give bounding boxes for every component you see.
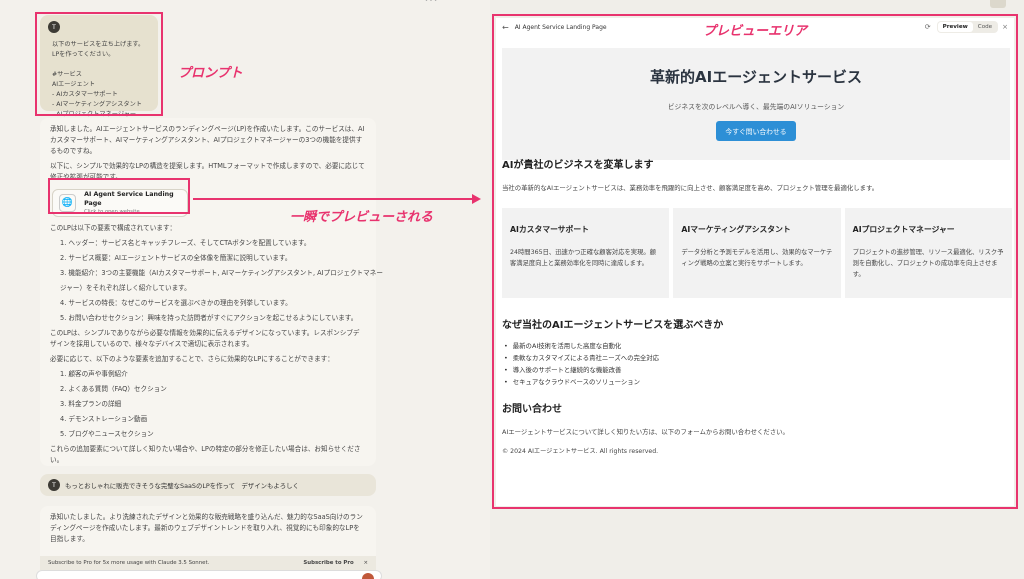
pin-icon[interactable] (990, 0, 1006, 8)
prompt-highlight (35, 12, 163, 116)
preview-annotation: プレビューエリア (703, 24, 808, 39)
list-item: 3. 機能紹介：3つの主要機能（AIカスタマーサポート, AIマーケティングアシ… (60, 269, 383, 277)
structure-list: 1. ヘッダー：サービス名とキャッチフレーズ、そしてCTAボタンを配置しています… (50, 238, 383, 324)
list-item: 4. デモンストレーション動画 (60, 415, 148, 423)
arrow-head (472, 194, 481, 204)
list-item: 5. お問い合わせセクション：興味を持った訪問者がすぐにアクションを起こせるよう… (60, 314, 358, 322)
subscribe-link[interactable]: Subscribe to Pro (303, 560, 353, 566)
user-message-2: T もっとおしゃれに販売できそうな完璧なSaaSのLPを作って デザインもよろし… (40, 474, 376, 496)
list-item: 1. ヘッダー：サービス名とキャッチフレーズ、そしてCTAボタンを配置しています… (60, 239, 311, 247)
user-avatar: T (48, 479, 60, 491)
user-message-2-text: もっとおしゃれに販売できそうな完璧なSaaSのLPを作って デザインもよろしく (65, 481, 299, 490)
artifact-highlight (48, 178, 190, 214)
pro-banner: Subscribe to Pro for 5x more usage with … (40, 556, 376, 570)
list-item: 4. サービスの特長：なぜこのサービスを選ぶべきかの理由を列挙しています。 (60, 299, 292, 307)
list-item: 3. 料金プランの詳細 (60, 400, 122, 408)
arrow-line (193, 198, 475, 200)
assistant-closing: これらの追加要素について詳しく知りたい場合や、LPの特定の部分を修正したい場合は… (50, 445, 361, 464)
banner-close-icon[interactable]: × (363, 560, 368, 566)
list-item: 5. ブログやニュースセクション (60, 430, 154, 438)
instant-preview-annotation: 一瞬でプレビューされる (290, 210, 434, 225)
assistant2-text: 承知いたしました。より洗練されたデザインと効果的な販売戦略を盛り込んだ、魅力的な… (50, 513, 363, 543)
prompt-annotation: プロンプト (178, 66, 243, 81)
additions-intro: 必要に応じて、以下のような要素を追加することで、さらに効果的なLPにすることがで… (50, 355, 334, 363)
assistant-summary: このLPは、シンプルでありながら必要な情報を効果的に伝えるデザインになっています… (50, 329, 360, 348)
assistant-intro: 承知しました。AIエージェントサービスのランディングページ(LP)を作成いたしま… (50, 125, 365, 155)
additions-list: 1. 顧客の声や事例紹介 2. よくある質問（FAQ）セクション 3. 料金プランの… (50, 369, 366, 440)
preview-highlight (492, 14, 1018, 509)
list-item: 2. サービス概要：AIエージェントサービスの全体像を簡潔に説明しています。 (60, 254, 292, 262)
list-item: 2. よくある質問（FAQ）セクション (60, 385, 167, 393)
message-input[interactable] (36, 570, 382, 579)
window-dots: • • • (425, 0, 438, 4)
send-button[interactable] (362, 573, 374, 579)
list-item: 1. 顧客の声や事例紹介 (60, 370, 128, 378)
list-item: ジャー）をそれぞれ詳しく紹介しています。 (60, 284, 191, 292)
assistant-message: 承知しました。AIエージェントサービスのランディングページ(LP)を作成いたしま… (40, 118, 383, 466)
banner-text: Subscribe to Pro for 5x more usage with … (48, 560, 210, 566)
